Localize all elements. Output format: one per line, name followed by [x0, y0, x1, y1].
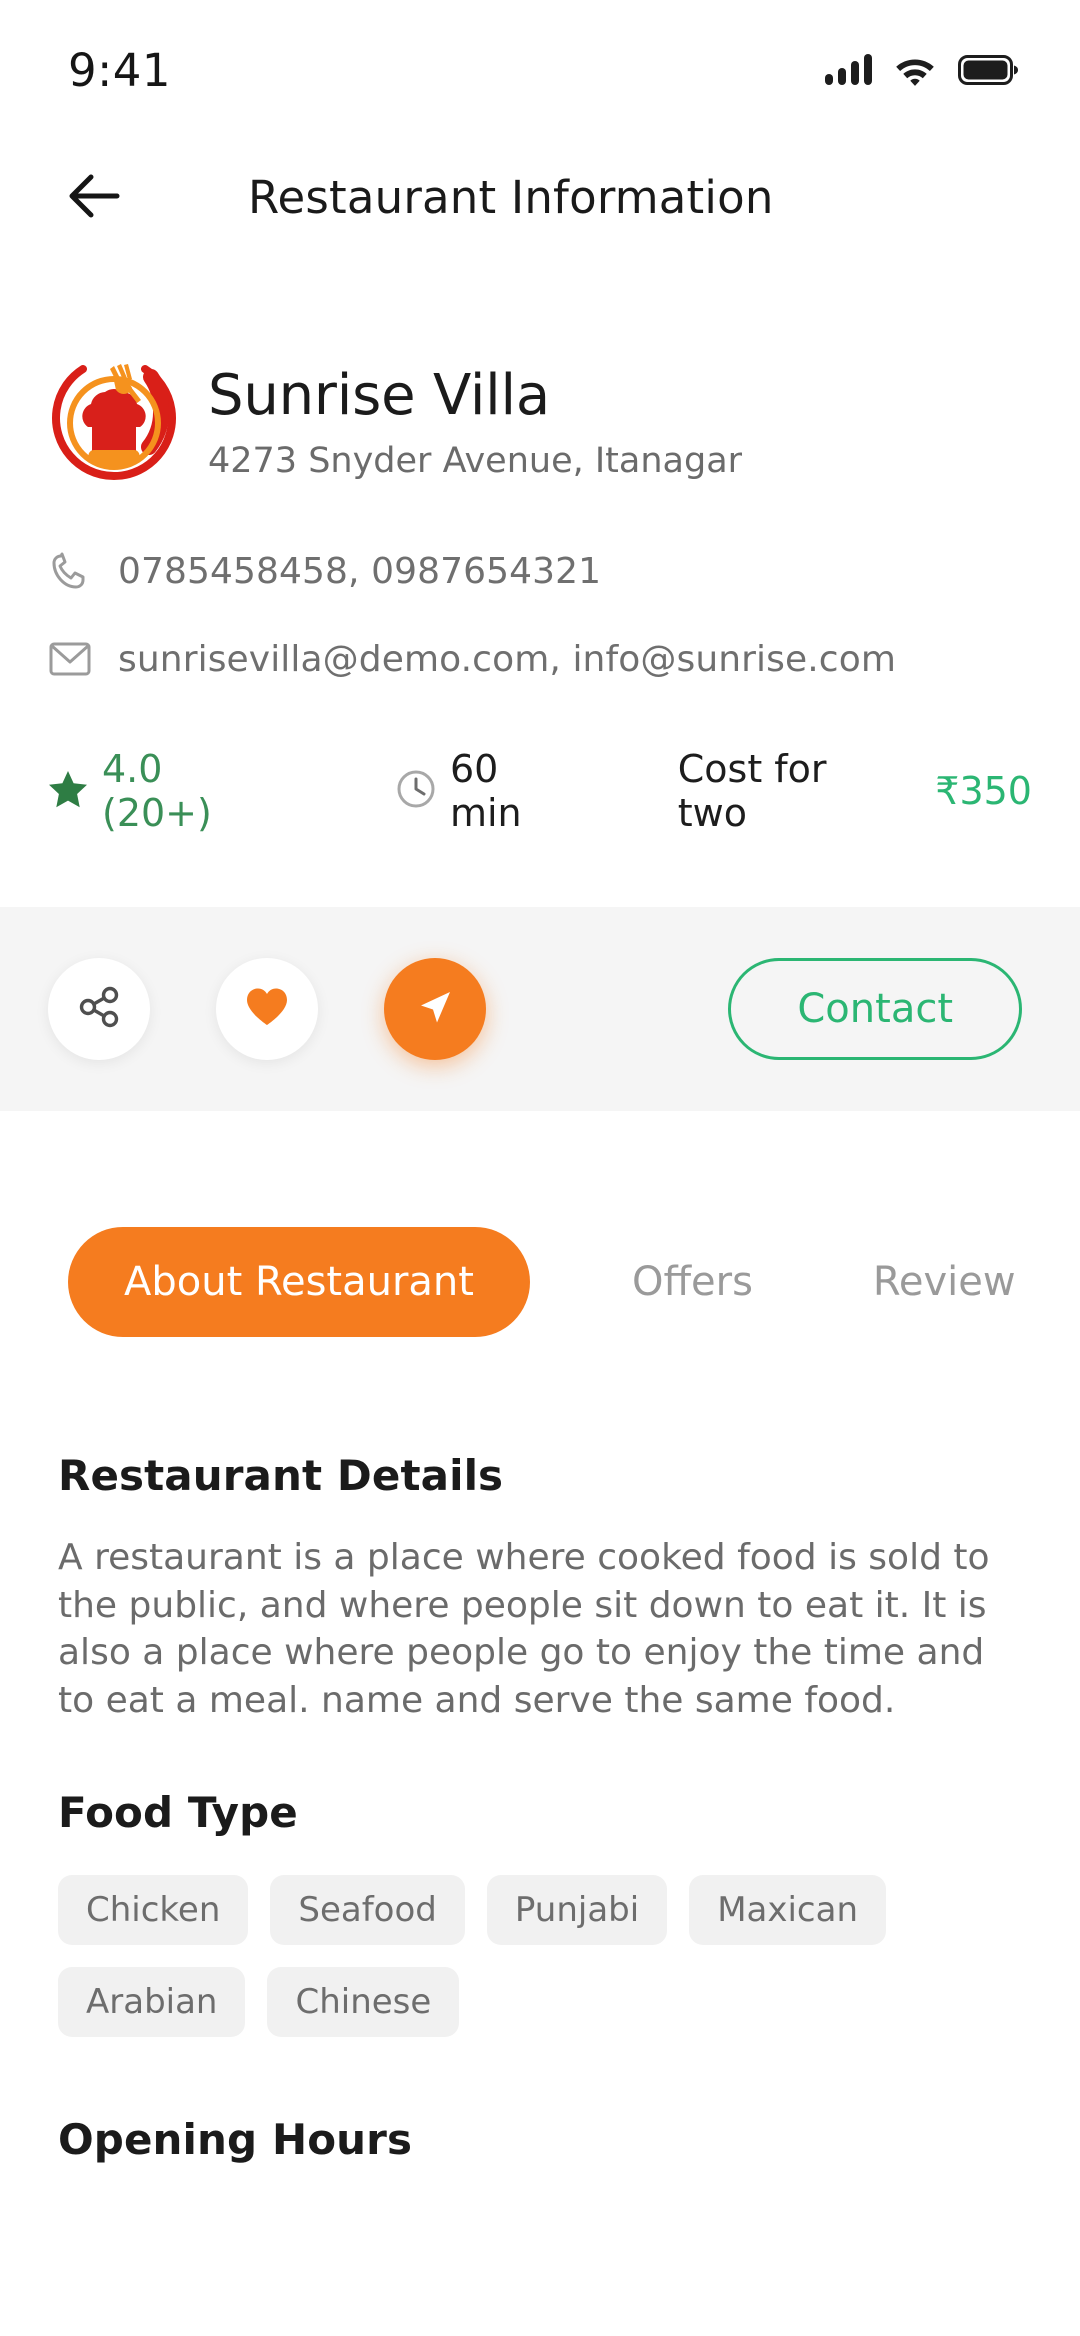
star-icon	[48, 769, 88, 813]
tab-review[interactable]: Review	[863, 1259, 1026, 1305]
back-arrow-icon	[67, 173, 125, 223]
page-title: Restaurant Information	[248, 171, 774, 224]
restaurant-stats: 4.0 (20+) 60 min Cost for two ₹350	[0, 725, 1080, 835]
app-header: Restaurant Information	[0, 140, 1080, 255]
phone-icon	[48, 549, 92, 593]
navigation-arrow-icon	[412, 984, 458, 1034]
action-bar: Contact	[0, 907, 1080, 1111]
delivery-time-value: 60 min	[449, 747, 522, 835]
opening-hours-section: Opening Hours	[0, 2115, 1080, 2164]
email-addresses: sunrisevilla@demo.com, info@sunrise.com	[118, 638, 896, 680]
food-type-tag[interactable]: Arabian	[58, 1967, 246, 2038]
restaurant-contact-lines: 0785458458, 0987654321 sunrisevilla@demo…	[0, 487, 1080, 681]
status-bar-time: 9:41	[68, 43, 172, 97]
food-type-title: Food Type	[58, 1788, 298, 1838]
food-type-section: Food Type Chicken Seafood Punjabi Maxica…	[0, 1788, 1080, 2038]
clock-icon	[396, 769, 436, 813]
envelope-icon	[48, 637, 92, 681]
tab-bar: About Restaurant Offers Review	[0, 1111, 1080, 1337]
chef-hat-logo	[48, 355, 180, 487]
food-type-tag-list: Chicken Seafood Punjabi Maxican Arabian …	[58, 1875, 958, 2038]
restaurant-address: 4273 Snyder Avenue, Itanagar	[208, 441, 743, 482]
wifi-icon	[894, 55, 936, 86]
share-icon	[77, 985, 121, 1033]
food-type-tag[interactable]: Chicken	[58, 1875, 249, 1946]
food-type-tag[interactable]: Chinese	[267, 1967, 460, 2038]
email-row[interactable]: sunrisevilla@demo.com, info@sunrise.com	[48, 637, 1032, 681]
tab-about-restaurant[interactable]: About Restaurant	[68, 1227, 530, 1337]
food-type-tag[interactable]: Maxican	[689, 1875, 887, 1946]
directions-button[interactable]	[384, 958, 486, 1060]
heart-icon	[245, 986, 289, 1032]
food-type-tag[interactable]: Seafood	[270, 1875, 465, 1946]
share-button[interactable]	[48, 958, 150, 1060]
battery-full-icon	[958, 55, 1018, 85]
signal-bars-icon	[825, 54, 872, 85]
restaurant-details-body: A restaurant is a place where cooked foo…	[58, 1537, 990, 1721]
status-bar-icons	[825, 54, 1018, 86]
restaurant-name: Sunrise Villa	[208, 362, 551, 428]
restaurant-meta: Sunrise Villa 4273 Snyder Avenue, Itanag…	[208, 361, 743, 482]
phone-numbers: 0785458458, 0987654321	[118, 550, 602, 592]
phone-row[interactable]: 0785458458, 0987654321	[48, 549, 1032, 593]
food-type-tag[interactable]: Punjabi	[486, 1875, 668, 1946]
favorite-button[interactable]	[216, 958, 318, 1060]
restaurant-details-section: Restaurant Details A restaurant is a pla…	[0, 1451, 1080, 1724]
restaurant-details-title: Restaurant Details	[58, 1451, 504, 1500]
restaurant-header: Sunrise Villa 4273 Snyder Avenue, Itanag…	[0, 255, 1080, 487]
cost-label: Cost for two	[677, 747, 827, 835]
cost-value: ₹350	[935, 769, 1032, 813]
status-bar: 9:41	[0, 0, 1080, 140]
rating-stat: 4.0 (20+)	[48, 747, 284, 835]
back-button[interactable]	[60, 162, 132, 234]
contact-button[interactable]: Contact	[728, 958, 1022, 1060]
delivery-time-stat: 60 min	[396, 747, 582, 835]
tab-offers[interactable]: Offers	[622, 1259, 763, 1305]
opening-hours-title: Opening Hours	[58, 2115, 413, 2165]
rating-value: 4.0 (20+)	[102, 747, 212, 835]
cost-stat: Cost for two ₹350	[678, 747, 1032, 835]
